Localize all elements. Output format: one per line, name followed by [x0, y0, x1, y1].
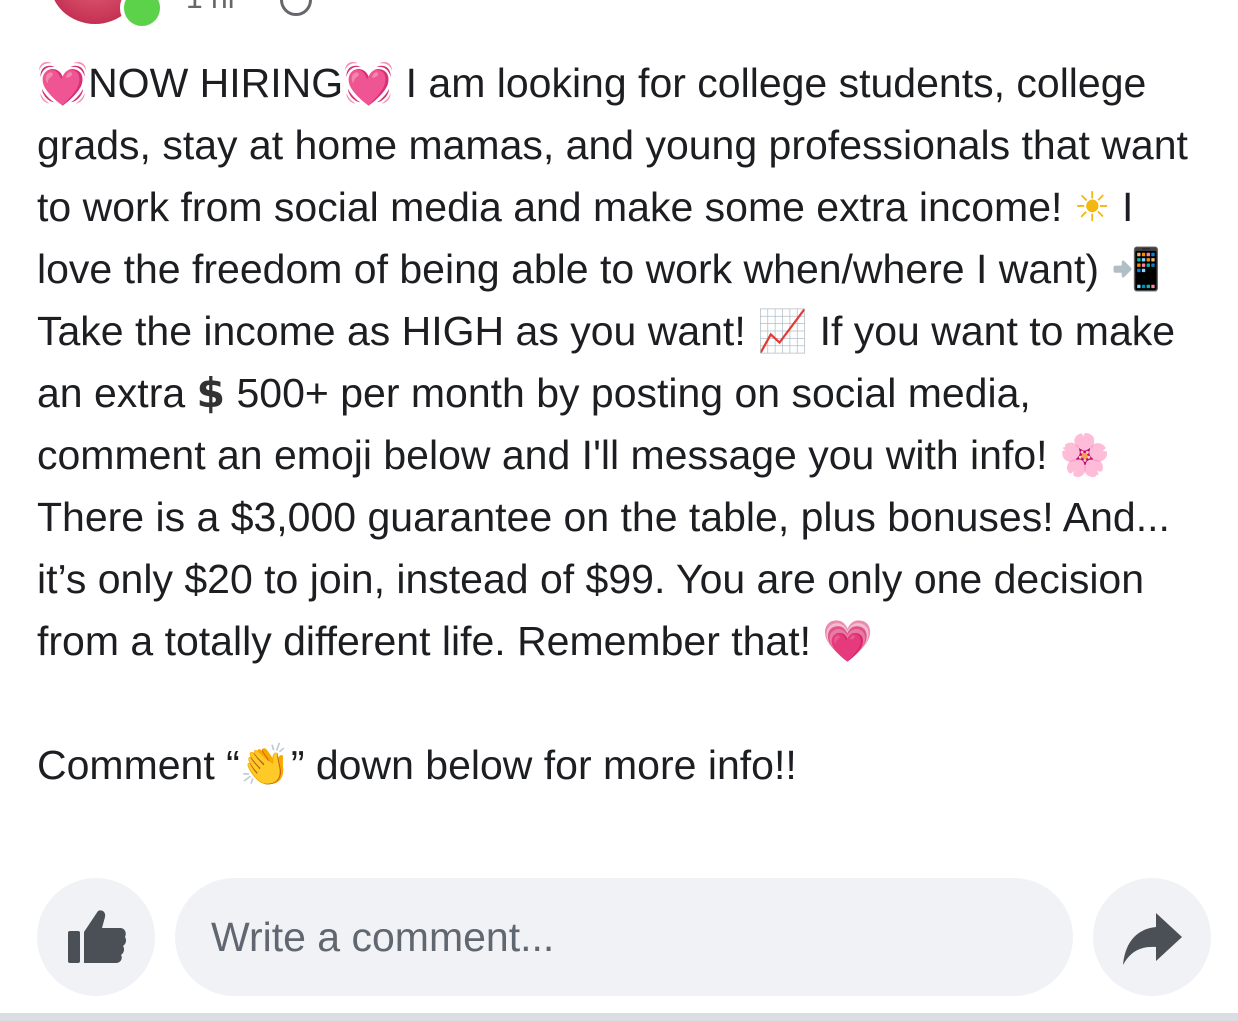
post-text: 💓NOW HIRING💓 I am looking for college st… — [37, 52, 1207, 796]
post-text-segment: There is a $3,000 guarantee on the table… — [37, 494, 1170, 664]
post-paragraph: 💓NOW HIRING💓 I am looking for college st… — [37, 52, 1207, 672]
post-paragraph: Comment “👏” down below for more info!! — [37, 734, 1207, 796]
pink-heart-icon: 💗 — [822, 617, 874, 665]
cherry-blossom-icon: 🌸 — [1058, 431, 1110, 479]
globe-icon — [280, 0, 312, 16]
sun-icon: ☀ — [1073, 183, 1111, 231]
share-button[interactable] — [1093, 878, 1211, 996]
waving-hand-icon: 👏 — [239, 741, 291, 789]
dollar-sign-icon: $ — [196, 369, 226, 417]
online-status-dot — [120, 0, 164, 30]
share-arrow-icon — [1123, 913, 1182, 965]
post-text-segment: NOW HIRING — [88, 60, 344, 106]
post-text-segment: Take the income as HIGH as you want! — [37, 308, 758, 354]
mobile-phone-arrow-icon: 📲 — [1110, 245, 1162, 293]
comment-input[interactable] — [175, 878, 1073, 996]
divider — [0, 1013, 1238, 1021]
chart-increasing-icon: 📈 — [757, 307, 809, 355]
sparkling-heart-icon: 💓 — [37, 59, 89, 107]
thumbs-up-icon — [68, 910, 127, 963]
sparkling-heart-icon: 💓 — [343, 59, 395, 107]
post-text-segment: ” down below for more info!! — [290, 742, 797, 788]
post-timestamp[interactable]: 1 hr — [186, 0, 238, 16]
facebook-post: 1 hr 💓NOW HIRING💓 I am looking for colle… — [0, 0, 1238, 1021]
like-button[interactable] — [37, 878, 155, 996]
post-text-segment: Comment “ — [37, 742, 240, 788]
